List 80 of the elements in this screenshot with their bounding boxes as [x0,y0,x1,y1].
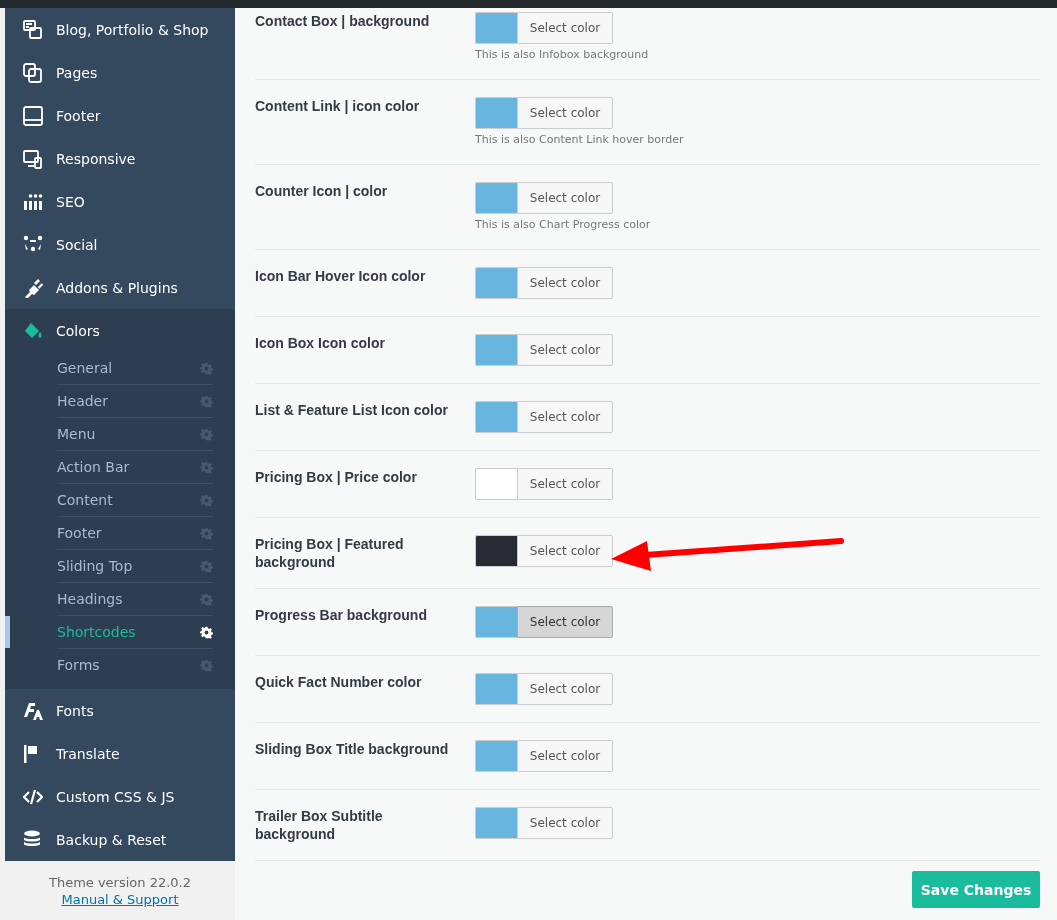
submenu-item[interactable]: Footer [57,517,213,550]
submenu-item[interactable]: Headings [57,583,213,616]
images-icon [23,19,43,40]
submenu-item[interactable]: Forms [57,649,213,681]
color-swatch[interactable] [475,97,517,129]
select-color-button[interactable]: Select color [517,401,613,433]
gear-icon [200,427,213,441]
color-swatch[interactable] [475,807,517,839]
sidebar-item[interactable]: Pages [5,51,235,94]
setting-label: Counter Icon | color [255,182,389,201]
setting-label: Progress Bar background [255,606,428,625]
sidebar-item[interactable]: Custom CSS & JS [5,775,235,818]
select-color-button[interactable]: Select color [517,97,613,129]
sidebar-item[interactable]: SEO [5,180,235,223]
setting-hint: This is also Chart Progress color [475,218,651,232]
gear-icon [200,526,213,540]
setting-label: Content Link | icon color [255,97,421,116]
sidebar-item[interactable]: Colors [5,309,235,352]
color-swatch[interactable] [475,267,517,299]
select-color-button[interactable]: Select color [517,182,613,214]
sidebar-item[interactable]: Social [5,223,235,266]
select-color-button[interactable]: Select color [517,606,613,638]
sidebar-item[interactable]: Fonts [5,689,235,732]
color-swatch[interactable] [475,740,517,772]
gear-icon [200,559,213,573]
setting-label: Trailer Box Subtitle background [255,807,384,843]
select-color-button[interactable]: Select color [517,673,613,705]
gear-icon [200,592,213,606]
select-color-button[interactable]: Select color [517,267,613,299]
theme-version: Theme version 22.0.2 [48,874,192,890]
sidebar-item[interactable]: Addons & Plugins [5,266,235,309]
gear-icon [200,625,213,639]
color-swatch[interactable] [475,468,517,500]
sidebar-item[interactable]: Footer [5,94,235,137]
footer-icon [23,105,43,126]
setting-label: Pricing Box | Featured background [255,535,405,571]
gear-icon [200,361,213,375]
setting-hint: This is also Infobox background [475,48,649,62]
gear-icon [200,493,213,507]
gear-icon [200,460,213,474]
setting-label: Sliding Box Title background [255,740,450,759]
color-swatch[interactable] [475,535,517,567]
color-swatch[interactable] [475,182,517,214]
select-color-button[interactable]: Select color [517,334,613,366]
submenu-item[interactable]: Sliding Top [57,550,213,583]
select-color-button[interactable]: Select color [517,807,613,839]
select-color-button[interactable]: Select color [517,740,613,772]
gear-icon [200,394,213,408]
select-color-button[interactable]: Select color [517,12,613,44]
plug-icon [23,277,43,298]
setting-label: Icon Bar Hover Icon color [255,267,427,286]
submenu-item[interactable]: Action Bar [57,451,213,484]
color-swatch[interactable] [475,606,517,638]
select-color-button[interactable]: Select color [517,468,613,500]
paint-bucket-icon [23,320,43,341]
select-color-button[interactable]: Select color [517,535,613,567]
submenu-item[interactable]: Menu [57,418,213,451]
color-swatch[interactable] [475,12,517,44]
color-swatch[interactable] [475,673,517,705]
sidebar-item[interactable]: Responsive [5,137,235,180]
setting-hint: This is also Content Link hover border [475,133,684,147]
copy-icon [23,62,43,83]
setting-label: Quick Fact Number color [255,673,423,692]
color-swatch[interactable] [475,401,517,433]
manual-support-link[interactable]: Manual & Support [61,891,179,907]
submenu-item[interactable]: Content [57,484,213,517]
sidebar-item[interactable]: Translate [5,732,235,775]
setting-label: Pricing Box | Price color [255,468,418,487]
sidebar-item[interactable]: Blog, Portfolio & Shop [5,8,235,51]
color-swatch[interactable] [475,334,517,366]
submenu-item[interactable]: Header [57,385,213,418]
bars-icon [23,191,43,212]
font-icon [23,700,43,721]
sidebar-item[interactable]: Backup & Reset [5,818,235,861]
setting-label: Contact Box | background [255,12,431,31]
setting-label: Icon Box Icon color [255,334,386,353]
gear-icon [200,658,213,672]
devices-icon [23,148,43,169]
setting-label: List & Feature List Icon color [255,401,449,420]
submenu-item[interactable]: General [57,352,213,385]
